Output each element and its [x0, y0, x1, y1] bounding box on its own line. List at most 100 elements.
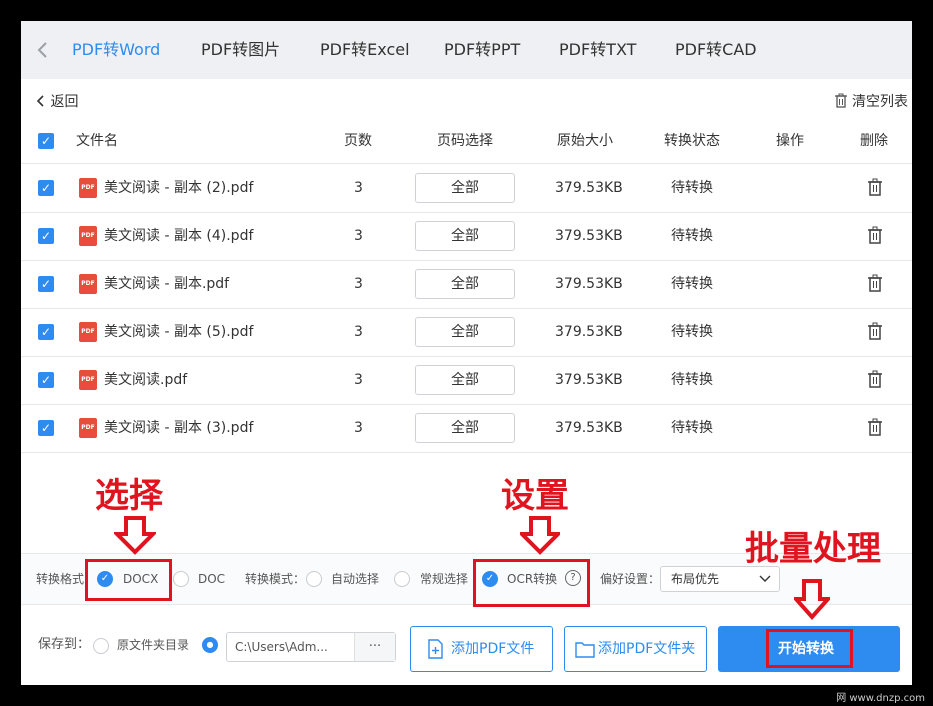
pdf-file-icon: PDF [79, 226, 97, 246]
save-to-label: 保存到： [38, 637, 91, 652]
highlight-start [766, 629, 853, 668]
file-size: 379.53KB [555, 276, 623, 292]
file-name: 美文阅读.pdf [104, 372, 188, 388]
annotation-select: 选择 [95, 476, 163, 516]
normal-select-radio[interactable] [394, 571, 410, 587]
annotation-batch: 批量处理 [745, 529, 881, 569]
select-all-checkbox[interactable]: ✓ [38, 133, 54, 149]
file-name: 美文阅读 - 副本 (2).pdf [104, 180, 254, 196]
back-arrow-icon [36, 95, 44, 107]
col-page-select: 页码选择 [437, 133, 493, 149]
pdf-file-icon: PDF [79, 418, 97, 438]
highlight-format [85, 559, 172, 601]
source-dir-label: 原文件夹目录 [117, 638, 190, 652]
highlight-ocr [473, 559, 590, 607]
tab-pdf-to-txt[interactable]: PDF转TXT [559, 21, 636, 79]
file-size: 379.53KB [555, 228, 623, 244]
page-count: 3 [354, 180, 363, 196]
save-path-value: C:\Users\Adm... [235, 640, 328, 654]
page-range-select[interactable]: 全部 [415, 317, 515, 347]
row-checkbox[interactable]: ✓ [38, 228, 54, 244]
source-dir-radio[interactable] [93, 638, 109, 654]
row-checkbox[interactable]: ✓ [38, 420, 54, 436]
back-chevron-icon[interactable] [35, 37, 53, 63]
browse-button[interactable]: ··· [354, 633, 395, 661]
row-checkbox[interactable]: ✓ [38, 276, 54, 292]
file-name: 美文阅读 - 副本 (5).pdf [104, 324, 254, 340]
table-row: ✓ PDF 美文阅读 - 副本 (3).pdf 3 全部 379.53KB 待转… [21, 404, 912, 453]
col-pages: 页数 [344, 133, 372, 149]
page-count: 3 [354, 372, 363, 388]
convert-status: 待转换 [671, 228, 713, 244]
table-row: ✓ PDF 美文阅读 - 副本 (4).pdf 3 全部 379.53KB 待转… [21, 212, 912, 261]
pdf-file-icon: PDF [79, 178, 97, 198]
folder-icon [575, 642, 595, 658]
watermark: 网 www.dnzp.com [836, 693, 925, 704]
table-row: ✓ PDF 美文阅读.pdf 3 全部 379.53KB 待转换 [21, 356, 912, 405]
normal-select-label: 常规选择 [420, 572, 469, 586]
down-arrow-icon [520, 516, 560, 555]
page-count: 3 [354, 228, 363, 244]
table-row: ✓ PDF 美文阅读 - 副本 (2).pdf 3 全部 379.53KB 待转… [21, 164, 912, 213]
file-name: 美文阅读 - 副本 (4).pdf [104, 228, 254, 244]
convert-status: 待转换 [671, 324, 713, 340]
add-pdf-file-button[interactable]: 添加PDF文件 [410, 626, 553, 672]
pdf-file-icon: PDF [79, 322, 97, 342]
tab-pdf-to-cad[interactable]: PDF转CAD [675, 21, 757, 79]
col-action: 操作 [776, 133, 804, 149]
file-size: 379.53KB [555, 180, 623, 196]
col-status: 转换状态 [664, 133, 720, 149]
clear-list-button[interactable]: 清空列表 [834, 91, 908, 111]
file-size: 379.53KB [555, 372, 623, 388]
preference-value: 布局优先 [671, 572, 720, 586]
return-label: 返回 [50, 94, 79, 110]
trash-icon [834, 93, 847, 108]
delete-trash-icon[interactable] [867, 418, 883, 436]
convert-status: 待转换 [671, 180, 713, 196]
tab-pdf-to-image[interactable]: PDF转图片 [201, 21, 280, 79]
tab-pdf-to-excel[interactable]: PDF转Excel [320, 21, 410, 79]
add-pdf-folder-button[interactable]: 添加PDF文件夹 [564, 626, 707, 672]
pdf-file-icon: PDF [79, 274, 97, 294]
delete-trash-icon[interactable] [867, 178, 883, 196]
col-filename: 文件名 [76, 133, 118, 149]
convert-status: 待转换 [671, 420, 713, 436]
pdf-file-icon: PDF [79, 370, 97, 390]
convert-status: 待转换 [671, 372, 713, 388]
clear-list-label: 清空列表 [852, 94, 908, 110]
file-name: 美文阅读 - 副本.pdf [104, 276, 230, 292]
auto-select-label: 自动选择 [331, 572, 380, 586]
col-delete: 删除 [860, 133, 888, 149]
preference-label: 偏好设置： [600, 572, 661, 586]
page-count: 3 [354, 420, 363, 436]
row-checkbox[interactable]: ✓ [38, 372, 54, 388]
page-count: 3 [354, 276, 363, 292]
sub-toolbar: 返回 清空列表 [21, 79, 912, 123]
doc-label: DOC [198, 572, 226, 586]
row-checkbox[interactable]: ✓ [38, 324, 54, 340]
delete-trash-icon[interactable] [867, 322, 883, 340]
page-range-select[interactable]: 全部 [415, 221, 515, 251]
doc-radio[interactable] [173, 571, 189, 587]
save-path-field[interactable]: C:\Users\Adm... ··· [226, 632, 396, 662]
table-header: ✓ 文件名 页数 页码选择 原始大小 转换状态 操作 删除 [21, 123, 912, 164]
chevron-down-icon [759, 575, 771, 582]
auto-select-radio[interactable] [306, 571, 322, 587]
page-range-select[interactable]: 全部 [415, 365, 515, 395]
delete-trash-icon[interactable] [867, 226, 883, 244]
custom-dir-radio[interactable]: ● [202, 637, 218, 653]
page-range-select[interactable]: 全部 [415, 413, 515, 443]
page-range-select[interactable]: 全部 [415, 269, 515, 299]
tab-pdf-to-ppt[interactable]: PDF转PPT [444, 21, 520, 79]
converter-window: PDF转Word PDF转图片 PDF转Excel PDF转PPT PDF转TX… [21, 21, 912, 685]
page-range-select[interactable]: 全部 [415, 173, 515, 203]
return-link[interactable]: 返回 [36, 91, 78, 111]
tab-pdf-to-word[interactable]: PDF转Word [72, 21, 160, 79]
mode-label: 转换模式： [245, 572, 306, 586]
row-checkbox[interactable]: ✓ [38, 180, 54, 196]
add-folder-label: 添加PDF文件夹 [598, 641, 696, 657]
delete-trash-icon[interactable] [867, 370, 883, 388]
delete-trash-icon[interactable] [867, 274, 883, 292]
annotation-settings: 设置 [501, 476, 569, 516]
page-count: 3 [354, 324, 363, 340]
